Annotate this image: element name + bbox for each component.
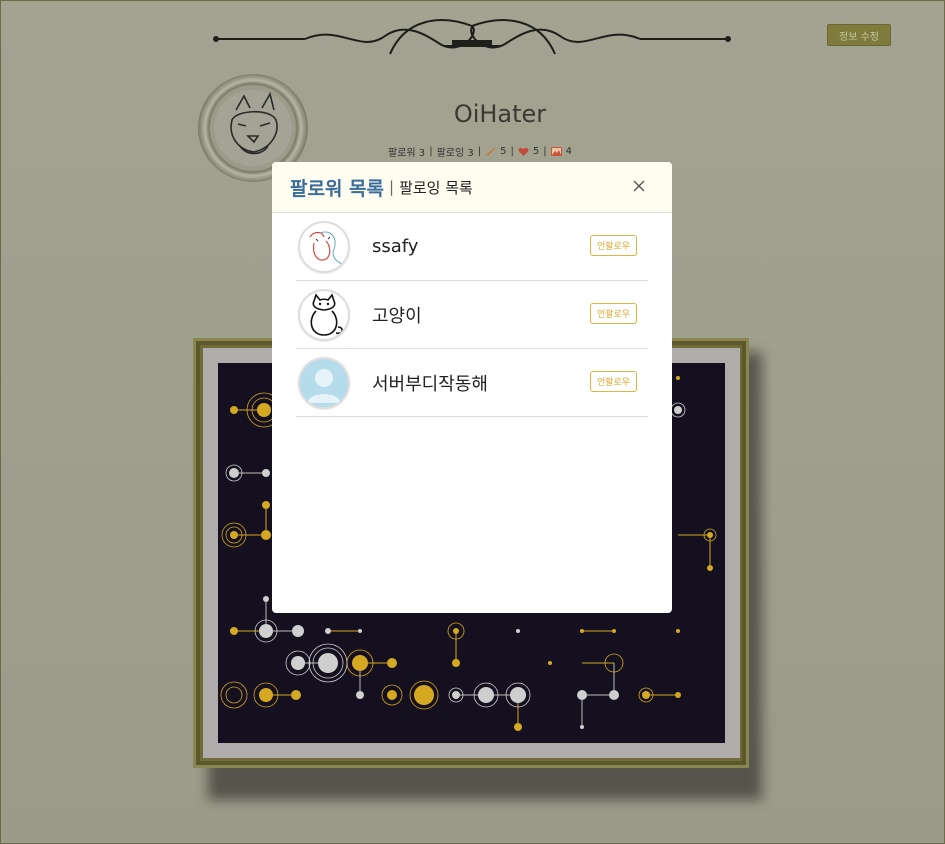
tab-following[interactable]: 팔로잉 목록: [399, 177, 473, 198]
user-name[interactable]: 고양이: [372, 302, 422, 328]
close-icon[interactable]: [632, 179, 646, 193]
avatar[interactable]: [300, 290, 348, 339]
list-item[interactable]: 고양이 언팔로우: [296, 281, 648, 349]
user-name[interactable]: 서버부디작동해: [372, 370, 488, 396]
follow-list-modal: 팔로워 목록 | 팔로잉 목록 ssafy 언팔로우 고양이 언팔로우 서버부디…: [272, 162, 672, 613]
tab-separator: |: [389, 178, 395, 196]
tab-followers[interactable]: 팔로워 목록: [290, 174, 384, 201]
user-name[interactable]: ssafy: [372, 236, 418, 257]
unfollow-button[interactable]: 언팔로우: [590, 371, 637, 392]
list-item[interactable]: 서버부디작동해 언팔로우: [296, 349, 648, 417]
unfollow-button[interactable]: 언팔로우: [590, 235, 637, 256]
avatar[interactable]: [300, 358, 348, 407]
list-item[interactable]: ssafy 언팔로우: [296, 213, 648, 281]
unfollow-button[interactable]: 언팔로우: [590, 303, 637, 324]
scribble-face-drawing: [309, 231, 345, 265]
modal-header: 팔로워 목록 | 팔로잉 목록: [272, 162, 672, 213]
default-user-icon: [308, 368, 340, 403]
cat-drawing: [310, 292, 344, 336]
user-list: ssafy 언팔로우 고양이 언팔로우 서버부디작동해 언팔로우: [296, 213, 648, 417]
avatar[interactable]: [300, 222, 348, 271]
